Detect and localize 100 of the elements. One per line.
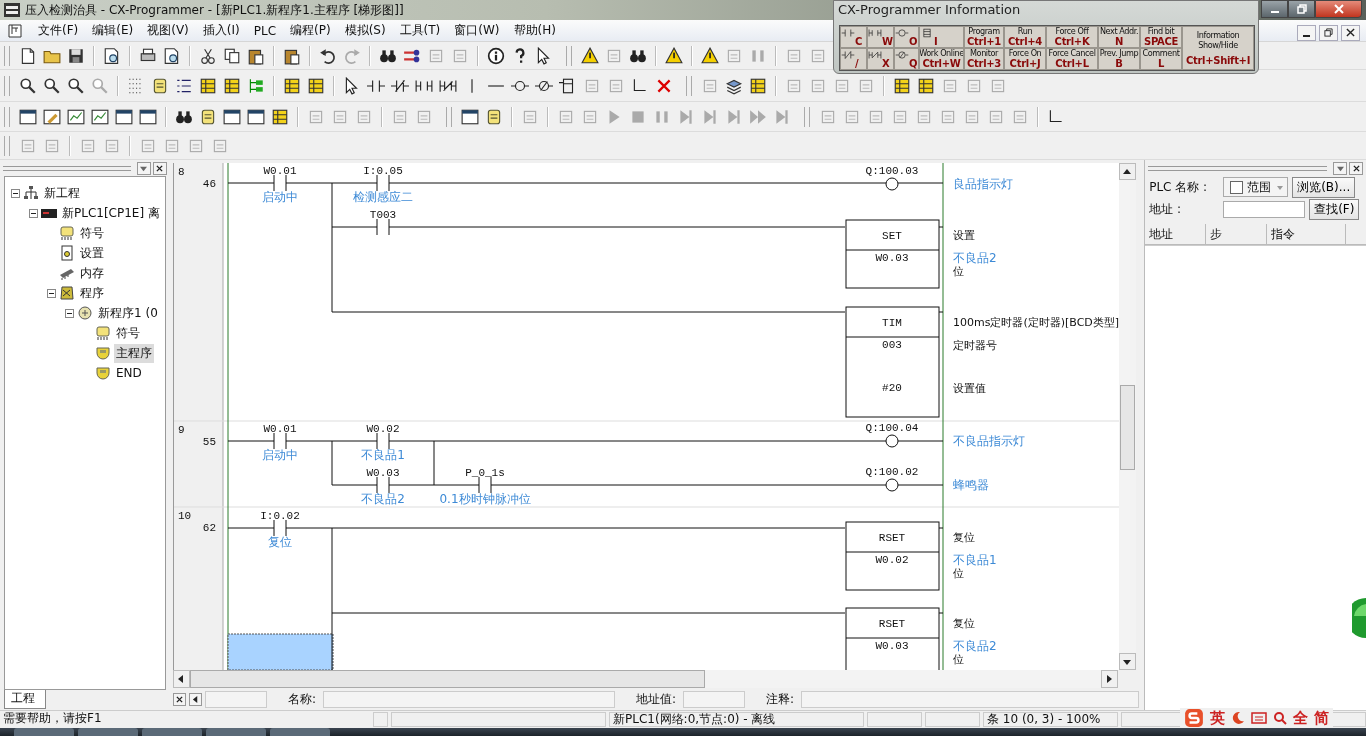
address-input[interactable] bbox=[1223, 200, 1306, 218]
zoom-icon[interactable] bbox=[66, 75, 86, 96]
tree-item[interactable]: 内存 bbox=[78, 263, 106, 283]
settings-icon bbox=[59, 245, 75, 261]
blank-field bbox=[204, 690, 267, 708]
command-label: Prev. Jump bbox=[1099, 49, 1139, 58]
coil-comment: 良品指示灯 bbox=[952, 177, 1013, 191]
scroll-left-button[interactable] bbox=[188, 692, 202, 706]
dropdown-button[interactable] bbox=[136, 161, 151, 175]
wire bbox=[227, 182, 275, 184]
tree-item[interactable]: 符号 bbox=[78, 223, 106, 243]
toolbar-grip[interactable] bbox=[4, 45, 10, 66]
scroll-left-button[interactable] bbox=[172, 670, 190, 688]
menu-item[interactable]: 编辑(E) bbox=[85, 22, 141, 39]
scroll-right-button[interactable] bbox=[1100, 670, 1118, 688]
restore-button[interactable] bbox=[1288, 0, 1315, 18]
menu-item[interactable]: PLC bbox=[246, 23, 283, 38]
keyboard-icon[interactable] bbox=[1251, 711, 1267, 725]
info-icon[interactable] bbox=[486, 45, 506, 66]
toolbar-grip[interactable] bbox=[4, 106, 10, 127]
close-button[interactable] bbox=[152, 161, 167, 175]
menu-item[interactable]: 窗口(W) bbox=[447, 22, 507, 39]
toolbar-grip[interactable] bbox=[566, 45, 572, 66]
scroll-thumb[interactable] bbox=[1119, 385, 1135, 470]
command-label: Comment bbox=[1142, 49, 1180, 58]
ime-mode[interactable]: 全 bbox=[1293, 708, 1308, 728]
program-warning-icon[interactable] bbox=[664, 45, 684, 66]
browse-button[interactable]: 浏览(B)... bbox=[1292, 176, 1356, 198]
project-tab[interactable]: 工程 bbox=[4, 690, 46, 709]
instruction-description: 复位 bbox=[952, 531, 975, 544]
collapse-toggle[interactable] bbox=[11, 188, 20, 198]
wire bbox=[897, 484, 944, 486]
minimize-button[interactable] bbox=[1261, 0, 1288, 18]
tree-item[interactable]: 新PLC1[CP1E] 离 bbox=[60, 203, 162, 223]
operand-value: #20 bbox=[881, 382, 902, 394]
command-label: Run bbox=[1017, 27, 1033, 36]
collapse-toggle[interactable] bbox=[47, 288, 56, 298]
shortcut-key: C bbox=[855, 36, 863, 47]
moon-icon[interactable] bbox=[1231, 711, 1245, 725]
menu-item[interactable]: 模拟(S) bbox=[337, 22, 393, 39]
instruction-description: 复位 bbox=[952, 617, 975, 630]
tree-item[interactable]: 新工程 bbox=[42, 183, 82, 203]
minimize-icon bbox=[1270, 11, 1279, 13]
minimize-button[interactable] bbox=[1297, 24, 1316, 41]
shortcut-key: Q bbox=[909, 58, 918, 69]
zoom-in-icon[interactable] bbox=[42, 75, 62, 96]
column-header[interactable]: 步 bbox=[1206, 224, 1268, 244]
column-header[interactable]: 地址 bbox=[1145, 224, 1207, 244]
command-label: Force Cancel bbox=[1048, 49, 1096, 58]
tree-item[interactable]: 新程序1 (0 bbox=[96, 303, 160, 323]
address-field[interactable] bbox=[682, 690, 745, 708]
tree-item[interactable]: 主程序 bbox=[114, 343, 154, 363]
small-zoom-icon[interactable] bbox=[18, 75, 38, 96]
horizontal-scrollbar[interactable] bbox=[172, 670, 1118, 688]
column-header[interactable]: 指令 bbox=[1267, 224, 1347, 244]
range-checkbox[interactable] bbox=[1230, 180, 1244, 194]
transfer-warning-icon[interactable] bbox=[700, 45, 720, 66]
operand-value: W0.03 bbox=[875, 252, 909, 264]
ime-mode[interactable]: 英 bbox=[1210, 708, 1225, 728]
toolbar-grip[interactable] bbox=[686, 75, 692, 96]
restore-button[interactable] bbox=[1319, 24, 1338, 41]
tree-item[interactable]: 程序 bbox=[78, 283, 106, 303]
name-field[interactable] bbox=[322, 690, 615, 708]
step-number: 55 bbox=[202, 436, 216, 448]
menu-item[interactable]: 插入(I) bbox=[195, 22, 247, 39]
dropdown-button[interactable] bbox=[1333, 161, 1347, 175]
tree-item[interactable]: 符号 bbox=[114, 323, 142, 343]
search-icon[interactable] bbox=[1273, 711, 1287, 725]
toolbar-grip[interactable] bbox=[4, 75, 10, 96]
menu-item[interactable]: 帮助(H) bbox=[506, 22, 563, 39]
toolbar-grip[interactable] bbox=[804, 106, 810, 127]
coil-symbol bbox=[885, 434, 899, 448]
contact-symbol bbox=[376, 218, 390, 236]
collapse-toggle[interactable] bbox=[29, 208, 38, 218]
find-button[interactable]: 查找(F) bbox=[1309, 198, 1360, 220]
address-label: 地址 : bbox=[1149, 200, 1182, 218]
close-button[interactable] bbox=[172, 692, 186, 706]
menu-item[interactable]: 文件(F) bbox=[31, 22, 86, 39]
menu-item[interactable]: 工具(T) bbox=[392, 22, 448, 39]
range-combo-box[interactable]: 范围 bbox=[1223, 177, 1289, 197]
menu-item[interactable]: 视图(V) bbox=[140, 22, 196, 39]
close-button[interactable] bbox=[1349, 161, 1363, 175]
contact-symbol bbox=[273, 519, 287, 537]
tree-item[interactable]: 设置 bbox=[78, 243, 106, 263]
close-button[interactable] bbox=[1341, 24, 1360, 41]
rung-number: 10 bbox=[177, 510, 192, 522]
toolbar-grip[interactable] bbox=[4, 135, 10, 156]
warning-icon[interactable] bbox=[580, 45, 600, 66]
left-arrow-icon bbox=[177, 675, 186, 683]
input-method-logo-icon[interactable] bbox=[1184, 708, 1204, 728]
close-button[interactable] bbox=[1315, 0, 1362, 18]
menu-item[interactable]: 编程(P) bbox=[283, 22, 338, 39]
scroll-thumb[interactable] bbox=[189, 670, 705, 688]
tree-item[interactable]: END bbox=[114, 365, 144, 381]
comment-field[interactable] bbox=[801, 690, 1140, 708]
document-icon[interactable] bbox=[7, 22, 23, 39]
toolbar-grip[interactable] bbox=[446, 106, 452, 127]
collapse-toggle[interactable] bbox=[65, 308, 74, 318]
ime-mode[interactable]: 简 bbox=[1314, 708, 1329, 728]
app-icon bbox=[4, 3, 20, 17]
